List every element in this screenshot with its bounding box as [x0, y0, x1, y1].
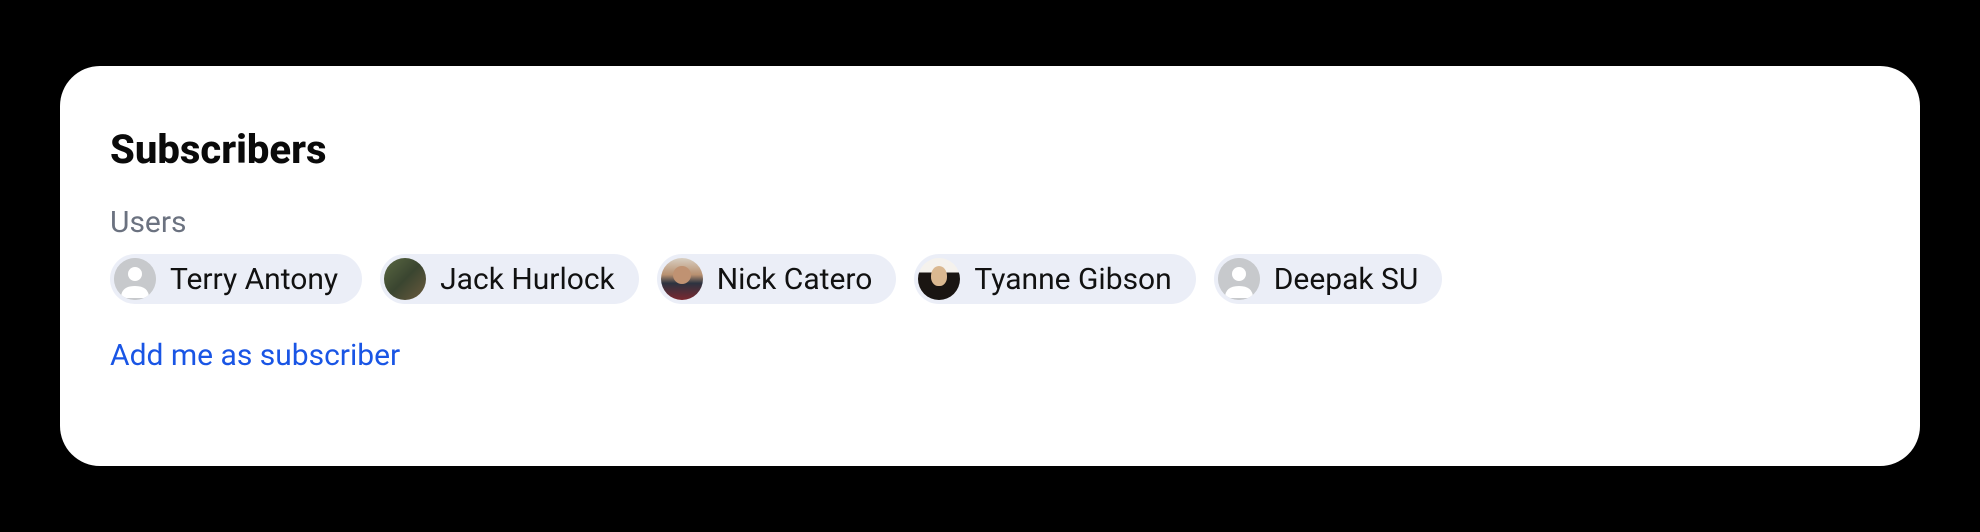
subscriber-name: Terry Antony [170, 262, 338, 297]
users-label: Users [110, 205, 1870, 240]
subscribers-card: Subscribers Users Terry Antony Jack Hurl… [60, 66, 1920, 466]
avatar [384, 258, 426, 300]
subscriber-chip[interactable]: Nick Catero [657, 254, 897, 304]
subscriber-chip[interactable]: Deepak SU [1214, 254, 1443, 304]
subscriber-chip[interactable]: Tyanne Gibson [914, 254, 1195, 304]
subscriber-name: Jack Hurlock [440, 262, 615, 297]
add-me-as-subscriber-link[interactable]: Add me as subscriber [110, 338, 1870, 373]
subscriber-name: Nick Catero [717, 262, 873, 297]
subscribers-list: Terry Antony Jack Hurlock Nick Catero Ty… [110, 254, 1870, 304]
subscriber-chip[interactable]: Terry Antony [110, 254, 362, 304]
person-icon [1218, 258, 1260, 300]
avatar [661, 258, 703, 300]
person-icon [114, 258, 156, 300]
subscriber-chip[interactable]: Jack Hurlock [380, 254, 639, 304]
avatar [918, 258, 960, 300]
subscriber-name: Deepak SU [1274, 262, 1419, 297]
section-title: Subscribers [110, 126, 1870, 173]
subscriber-name: Tyanne Gibson [974, 262, 1171, 297]
